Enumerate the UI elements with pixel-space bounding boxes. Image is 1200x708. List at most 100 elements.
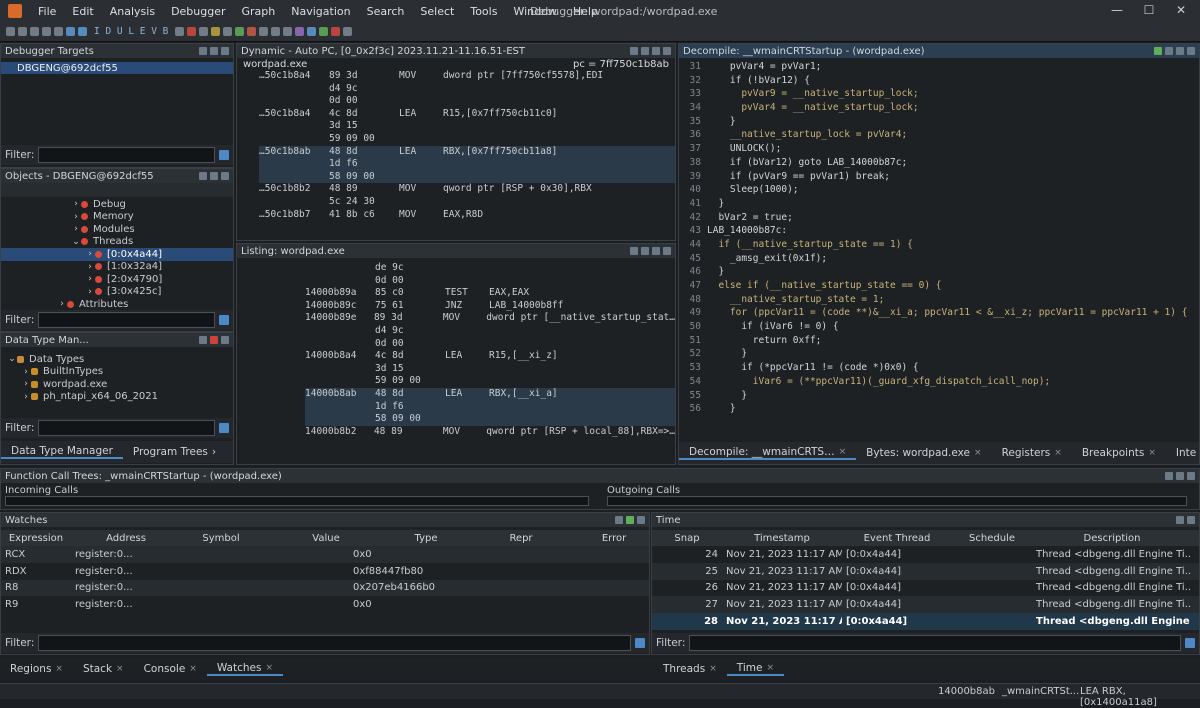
tree-row[interactable]: › BuiltInTypes — [1, 366, 233, 379]
tab-breakpoints[interactable]: Breakpoints × — [1072, 447, 1166, 459]
code-line[interactable]: 52 } — [681, 347, 1199, 361]
close-icon[interactable]: × — [1148, 448, 1156, 458]
filter-options-icon[interactable] — [219, 315, 229, 325]
chevron-icon[interactable]: › — [21, 367, 31, 377]
table-row[interactable]: R8 register:0... 0x207eb4166b0 — [1, 579, 649, 597]
redo-icon[interactable] — [54, 27, 63, 36]
asm-row[interactable]: 5c 24 30 — [259, 196, 675, 209]
nav-icon[interactable] — [66, 27, 75, 36]
code-line[interactable]: 41 } — [681, 197, 1199, 211]
toolbar-letters[interactable]: I D U L E V B — [94, 26, 168, 37]
objects-filter-input[interactable] — [38, 312, 215, 328]
asm-row[interactable]: 14000b89a 85 c0 TEST EAX,EAX — [305, 287, 675, 300]
asm-row[interactable]: 14000b89e 89 3d MOV dword ptr [__native_sta… — [305, 312, 675, 325]
close-icon[interactable]: × — [974, 448, 982, 458]
close-icon[interactable]: × — [55, 664, 63, 674]
chevron-icon[interactable]: › — [71, 212, 81, 222]
decompile-code[interactable]: 31 pvVar4 = pvVar1; 32 if (!bVar12) {33 p… — [679, 58, 1199, 416]
step-into-icon[interactable] — [259, 27, 269, 36]
tab-registers[interactable]: Registers × — [992, 447, 1072, 459]
code-line[interactable]: 42 bVar2 = true; — [681, 211, 1199, 225]
target-item[interactable]: DBGENG@692dcf55 — [1, 62, 233, 74]
tab-program-trees[interactable]: Program Trees › — [123, 446, 226, 458]
code-line[interactable]: 36 __native_startup_lock = pvVar4; — [681, 128, 1199, 142]
close-icon[interactable]: × — [265, 663, 273, 673]
code-line[interactable]: 45 _amsg_exit(0x1f); — [681, 252, 1199, 266]
code-line[interactable]: 33 pvVar9 = __native_startup_lock; — [681, 87, 1199, 101]
targets-filter-input[interactable] — [38, 147, 215, 163]
resume-icon[interactable] — [211, 27, 221, 36]
column-header[interactable]: Snap — [652, 533, 722, 544]
tab-threads[interactable]: Threads × — [653, 663, 727, 675]
code-line[interactable]: 56 } — [681, 402, 1199, 416]
asm-row[interactable]: 0d 00 — [259, 95, 675, 108]
chevron-icon[interactable]: › — [71, 224, 81, 234]
column-header[interactable]: Error — [581, 533, 647, 544]
chevron-icon[interactable]: › — [71, 199, 81, 209]
code-line[interactable]: 47 else if (__native_startup_state == 0)… — [681, 279, 1199, 293]
code-line[interactable]: 40 Sleep(1000); — [681, 183, 1199, 197]
chevron-icon[interactable]: › — [85, 274, 95, 284]
asm-row[interactable]: d4 9c — [305, 325, 675, 338]
panel-actions[interactable] — [1165, 472, 1199, 480]
disconnect-icon[interactable] — [307, 27, 317, 36]
step-out-icon[interactable] — [283, 27, 293, 36]
tree-row[interactable]: › ph_ntapi_x64_06_2021 — [1, 391, 233, 404]
filter-options-icon[interactable] — [219, 150, 229, 160]
code-line[interactable]: 32 if (!bVar12) { — [681, 74, 1199, 88]
code-line[interactable]: 39 if (pvVar9 == pvVar1) break; — [681, 170, 1199, 184]
tree-row[interactable]: › [1:0x32a4] — [1, 261, 233, 274]
tree-row[interactable]: › Modules — [1, 223, 233, 236]
listing-code[interactable]: de 9c 0d 00 14000b89a 85 c0 TEST EAX,EAX 14000… — [237, 258, 675, 438]
asm-row[interactable]: 14000b8a4 4c 8d LEA R15,[__xi_z] — [305, 350, 675, 363]
chevron-icon[interactable]: › — [21, 379, 31, 389]
emulate-icon[interactable] — [295, 27, 305, 36]
close-icon[interactable]: × — [116, 664, 124, 674]
go-icon[interactable] — [319, 27, 329, 36]
panel-actions[interactable] — [199, 47, 233, 55]
table-row[interactable]: 27 Nov 21, 2023 11:17 AM [0:0x4a44] Thread … — [652, 596, 1199, 614]
outgoing-filter-input[interactable] — [607, 496, 1187, 506]
nav2-icon[interactable] — [78, 27, 87, 36]
code-line[interactable]: 48 __native_startup_state = 1; — [681, 293, 1199, 307]
tab-regions[interactable]: Regions × — [0, 663, 73, 675]
tab-stack[interactable]: Stack × — [73, 663, 134, 675]
chevron-icon[interactable]: › — [85, 249, 95, 259]
close-icon[interactable]: × — [709, 664, 717, 674]
filter-icon[interactable] — [175, 27, 185, 36]
tab-watches[interactable]: Watches × — [206, 662, 283, 676]
menu-item-graph[interactable]: Graph — [234, 5, 284, 18]
code-line[interactable]: 55 } — [681, 389, 1199, 403]
chevron-icon[interactable]: › — [21, 392, 31, 402]
asm-row[interactable]: …50c1b8b2 48 89 MOV qword ptr [RSP + 0x30],… — [259, 183, 675, 196]
maximize-button[interactable]: ☐ — [1134, 3, 1164, 19]
chevron-icon[interactable]: ⌄ — [7, 354, 17, 364]
menu-item-tools[interactable]: Tools — [462, 5, 505, 18]
asm-row[interactable]: 59 09 00 — [259, 133, 675, 146]
code-line[interactable]: 31 pvVar4 = pvVar1; — [681, 60, 1199, 74]
code-line[interactable]: 46 } — [681, 265, 1199, 279]
asm-row[interactable]: 14000b8ab 48 8d LEA RBX,[__xi_a] — [305, 387, 675, 401]
panel-actions[interactable] — [1154, 47, 1199, 55]
tab-bytes[interactable]: Bytes: wordpad.exe × — [856, 447, 991, 459]
tree-row[interactable]: › Attributes — [1, 298, 233, 311]
record-icon[interactable] — [187, 27, 197, 36]
code-line[interactable]: 34 pvVar4 = __native_startup_lock; — [681, 101, 1199, 115]
menu-item-navigation[interactable]: Navigation — [283, 5, 358, 18]
options-icon[interactable] — [343, 27, 353, 36]
run-icon[interactable] — [235, 27, 245, 36]
asm-row[interactable]: 1d f6 — [305, 400, 675, 414]
asm-row[interactable]: 58 09 00 — [305, 413, 675, 426]
datatypes-filter-input[interactable] — [38, 420, 215, 436]
column-header[interactable]: Event Thread — [842, 533, 952, 544]
table-row[interactable]: 28 Nov 21, 2023 11:17 AM [0:0x4a44] Thread … — [652, 613, 1199, 630]
column-header[interactable]: Address — [71, 533, 181, 544]
menu-item-search[interactable]: Search — [359, 5, 413, 18]
chevron-icon[interactable]: › — [85, 287, 95, 297]
back-icon[interactable] — [18, 27, 27, 36]
asm-row[interactable]: 58 09 00 — [259, 170, 675, 184]
terminate-icon[interactable] — [331, 27, 341, 36]
asm-row[interactable]: de 9c — [305, 262, 675, 275]
chevron-icon[interactable]: ⌄ — [71, 237, 81, 247]
asm-row[interactable]: 59 09 00 — [305, 375, 675, 388]
